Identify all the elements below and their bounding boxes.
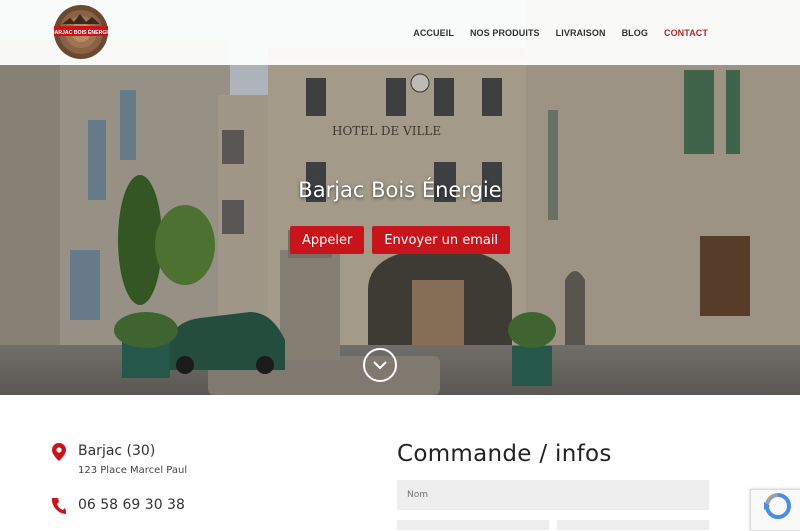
nav-livraison[interactable]: LIVRAISON bbox=[556, 28, 606, 38]
phone-icon bbox=[52, 498, 66, 514]
recaptcha-badge[interactable] bbox=[750, 489, 800, 531]
form-field-row2-left[interactable] bbox=[397, 520, 549, 530]
contact-phone[interactable]: 06 58 69 30 38 bbox=[52, 497, 185, 515]
hero-buttons: Appeler Envoyer un email bbox=[0, 226, 800, 254]
map-pin-icon bbox=[52, 443, 66, 461]
logo-text: BARJAC BOIS ÉNERGIE bbox=[52, 28, 110, 36]
nav-accueil[interactable]: ACCUEIL bbox=[413, 28, 454, 38]
chevron-down-icon bbox=[373, 361, 387, 370]
contact-city: Barjac (30) bbox=[78, 443, 156, 459]
call-button[interactable]: Appeler bbox=[289, 226, 365, 254]
form-field-row2-right[interactable] bbox=[557, 520, 709, 530]
main-nav: ACCUEIL NOS PRODUITS LIVRAISON BLOG CONT… bbox=[413, 0, 708, 65]
logo-emblem: BARJAC BOIS ÉNERGIE bbox=[51, 5, 112, 59]
contact-address: Barjac (30) 123 Place Marcel Paul bbox=[52, 443, 187, 476]
recaptcha-icon bbox=[764, 493, 791, 519]
scroll-down-button[interactable] bbox=[363, 348, 397, 382]
nav-nos-produits[interactable]: NOS PRODUITS bbox=[470, 28, 540, 38]
hero-title: Barjac Bois Énergie bbox=[298, 178, 502, 202]
name-field[interactable] bbox=[397, 480, 709, 510]
nav-contact[interactable]: CONTACT bbox=[664, 28, 708, 38]
form-title: Commande / infos bbox=[397, 441, 612, 467]
contact-street: 123 Place Marcel Paul bbox=[78, 465, 188, 476]
nav-blog[interactable]: BLOG bbox=[622, 28, 648, 38]
email-button[interactable]: Envoyer un email bbox=[372, 226, 511, 254]
contact-phone-number: 06 58 69 30 38 bbox=[78, 497, 185, 513]
logo[interactable]: BARJAC BOIS ÉNERGIE bbox=[51, 4, 112, 60]
site-header: BARJAC BOIS ÉNERGIE ACCUEIL NOS PRODUITS… bbox=[0, 0, 800, 65]
